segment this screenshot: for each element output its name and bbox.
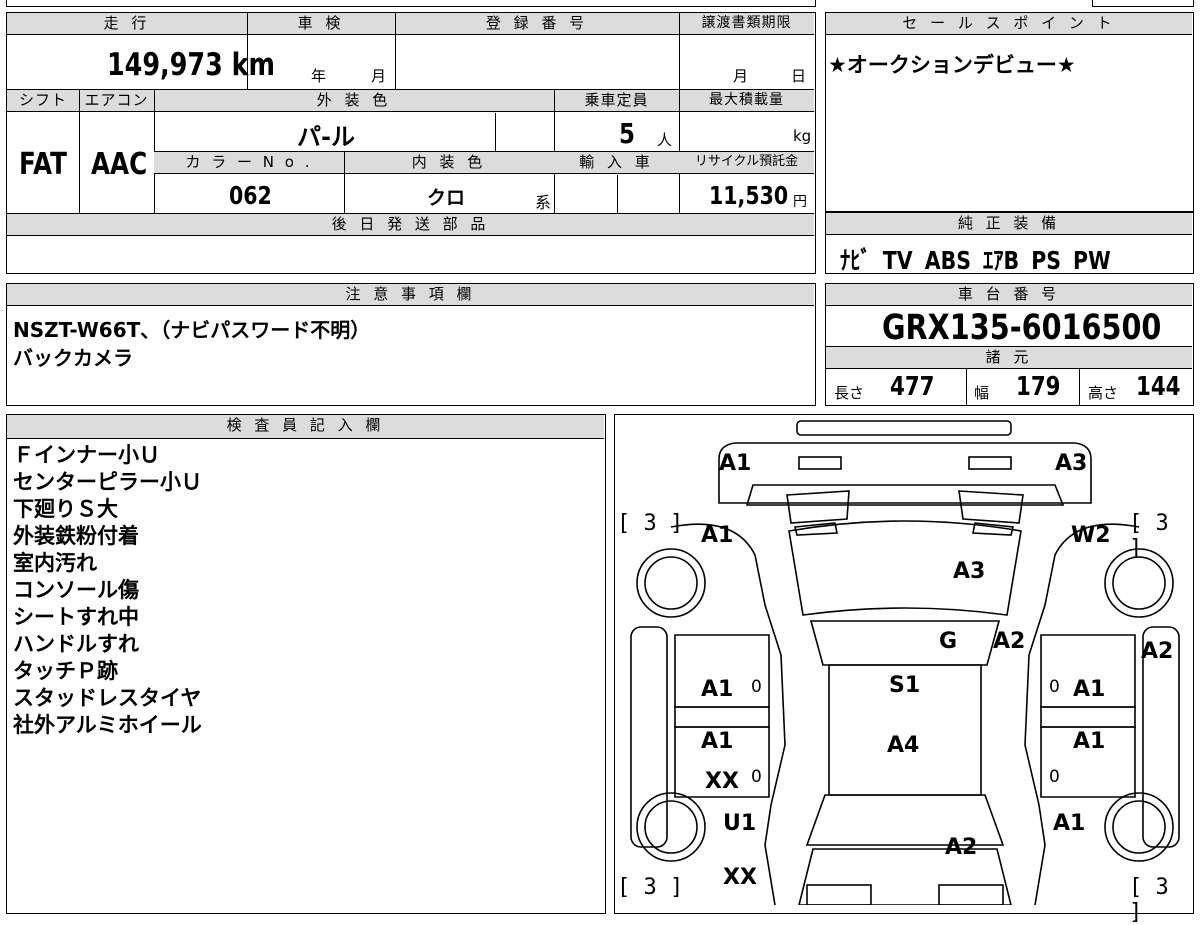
grade-right-rear-fender: A1 — [1053, 811, 1086, 836]
grade-left-rear-step: XX — [705, 769, 739, 794]
header-color-no: カ ラ ー N o . — [154, 152, 344, 174]
tire-depth-front-left: [ 3 ] — [617, 511, 684, 536]
interior-color-value: クロ — [427, 187, 466, 209]
recycle-unit: 円 — [793, 194, 807, 210]
grade-rear-bumper-left: XX — [723, 865, 757, 890]
recycle-value: 11,530 — [709, 181, 789, 210]
specs-header: 諸 元 — [826, 347, 1192, 369]
header-import: 輸 入 車 — [554, 152, 679, 174]
length-label: 長さ — [834, 384, 865, 402]
grade-right-mirror: A2 — [1141, 639, 1174, 664]
capacity-unit: 人 — [657, 131, 673, 149]
transfer-day-unit: 日 — [791, 67, 807, 85]
height-label: 高さ — [1088, 384, 1119, 402]
car-diagram-box: A1 A3 A1 W2 A3 G A2 A2 A1 S1 A1 A1 A4 A1… — [614, 414, 1194, 925]
notes-box: 注 意 事 項 欄 NSZT-W66T、（ナビパスワード不明） バックカメラ — [6, 283, 816, 406]
exterior-color-value: パ-ル — [297, 123, 355, 151]
sales-point-text: ★オークションデビュー★ — [828, 53, 1076, 77]
grade-front-right-fender: W2 — [1071, 523, 1111, 548]
inspector-line: センターピラー小Ｕ — [13, 470, 202, 494]
grade-front-left: A1 — [719, 451, 752, 476]
inspection-month-unit: 月 — [371, 67, 387, 85]
chassis-header: 車 台 番 号 — [826, 284, 1192, 306]
grade-right-front-door: A1 — [1073, 677, 1106, 702]
height-value: 144 — [1136, 372, 1181, 402]
notes-line-1: NSZT-W66T、（ナビパスワード不明） — [13, 318, 371, 342]
length-value: 477 — [890, 372, 935, 402]
header-inspection: 車 検 — [247, 13, 395, 35]
tire-depth-rear-right: [ 3 ] — [1129, 875, 1169, 925]
max-load-unit: kg — [793, 127, 812, 145]
header-aircon: エアコン — [79, 90, 154, 112]
inspector-header: 検 査 員 記 入 欄 — [7, 415, 604, 439]
inspector-line: スタッドレスタイヤ — [13, 686, 202, 710]
door-zero-mark: 0 — [751, 677, 762, 697]
chassis-box: 車 台 番 号 GRX135-6016500 諸 元 長さ 477 幅 179 … — [825, 283, 1194, 406]
capacity-value: 5 — [619, 117, 635, 150]
top-strip — [6, 0, 816, 7]
grade-hood: A3 — [953, 559, 986, 584]
tire-depth-rear-left: [ 3 ] — [617, 875, 684, 900]
inspector-line: 下廻りＳ大 — [13, 497, 118, 521]
inspector-line: タッチＰ跡 — [13, 659, 118, 683]
tire-depth-front-right: [ 3 ] — [1129, 511, 1169, 561]
grade-left-front-door: A1 — [701, 677, 734, 702]
grade-front-left-fender: A1 — [701, 523, 734, 548]
inspector-line: Ｆインナー小Ｕ — [13, 443, 160, 467]
notes-line-2: バックカメラ — [13, 346, 133, 370]
header-recycle: リサイクル預託金 — [679, 152, 814, 174]
inspector-line: 室内汚れ — [13, 551, 97, 575]
grade-windshield: G — [939, 629, 958, 654]
header-later-parts: 後 日 発 送 部 品 — [7, 214, 814, 236]
equipment-header: 純 正 装 備 — [826, 213, 1192, 235]
inspector-line: ハンドルすれ — [13, 632, 139, 656]
width-label: 幅 — [974, 384, 990, 402]
header-mileage: 走 行 — [7, 13, 247, 35]
vehicle-info-table: 走 行 車 検 登 録 番 号 譲渡書類期限 149,973 km 年 月 月 … — [6, 12, 816, 274]
width-value: 179 — [1016, 372, 1061, 402]
inspector-line: コンソール傷 — [13, 578, 139, 602]
shift-value: FAT — [19, 147, 67, 182]
inspector-line: シートすれ中 — [13, 605, 139, 629]
header-capacity: 乗車定員 — [554, 90, 679, 112]
door-zero-mark: 0 — [1049, 677, 1060, 697]
header-transfer-deadline: 譲渡書類期限 — [679, 13, 814, 35]
transfer-month-unit: 月 — [733, 67, 749, 85]
aircon-value: AAC — [91, 147, 148, 182]
door-zero-mark: 0 — [1049, 767, 1060, 787]
interior-color-suffix: 系 — [535, 193, 552, 212]
header-interior-color: 内 装 色 — [344, 152, 554, 174]
grade-front-right: A3 — [1055, 451, 1088, 476]
door-zero-mark: 0 — [751, 767, 762, 787]
grade-trunk: A2 — [945, 835, 978, 860]
inspector-notes: Ｆインナー小Ｕ センターピラー小Ｕ 下廻りＳ大 外装鉄粉付着 室内汚れ コンソー… — [13, 442, 202, 739]
grade-left-rear-door: A1 — [701, 729, 734, 754]
grade-cabin: A4 — [887, 733, 920, 758]
mileage-value: 149,973 km — [107, 47, 276, 83]
grade-left-rear-fender: U1 — [723, 811, 757, 836]
grade-roof: S1 — [889, 673, 921, 698]
header-registration: 登 録 番 号 — [395, 13, 679, 35]
equipment-items: ﾅﾋﾞ TV ABS ｴｱB PS PW — [840, 246, 1111, 275]
inspector-line: 社外アルミホイール — [13, 713, 202, 737]
equipment-box: 純 正 装 備 ﾅﾋﾞ TV ABS ｴｱB PS PW — [825, 212, 1194, 275]
inspection-year-unit: 年 — [311, 67, 327, 85]
header-max-load: 最大積載量 — [679, 90, 814, 112]
inspector-box: 検 査 員 記 入 欄 Ｆインナー小Ｕ センターピラー小Ｕ 下廻りＳ大 外装鉄粉… — [6, 414, 606, 914]
header-shift: シフト — [7, 90, 79, 112]
grade-right-rear-door: A1 — [1073, 729, 1106, 754]
car-outline-diagram — [630, 420, 1180, 905]
inspector-line: 外装鉄粉付着 — [13, 524, 139, 548]
header-exterior-color: 外 装 色 — [154, 90, 554, 112]
sales-point-header: セ ー ル ス ポ イ ン ト — [826, 13, 1192, 35]
chassis-number: GRX135-6016500 — [882, 308, 1162, 348]
sales-point-box: セ ー ル ス ポ イ ン ト ★オークションデビュー★ — [825, 12, 1194, 212]
color-no-value: 062 — [229, 181, 272, 210]
notes-header: 注 意 事 項 欄 — [7, 284, 814, 306]
grade-a-pillar: A2 — [993, 629, 1026, 654]
top-strip-right — [1092, 0, 1194, 7]
